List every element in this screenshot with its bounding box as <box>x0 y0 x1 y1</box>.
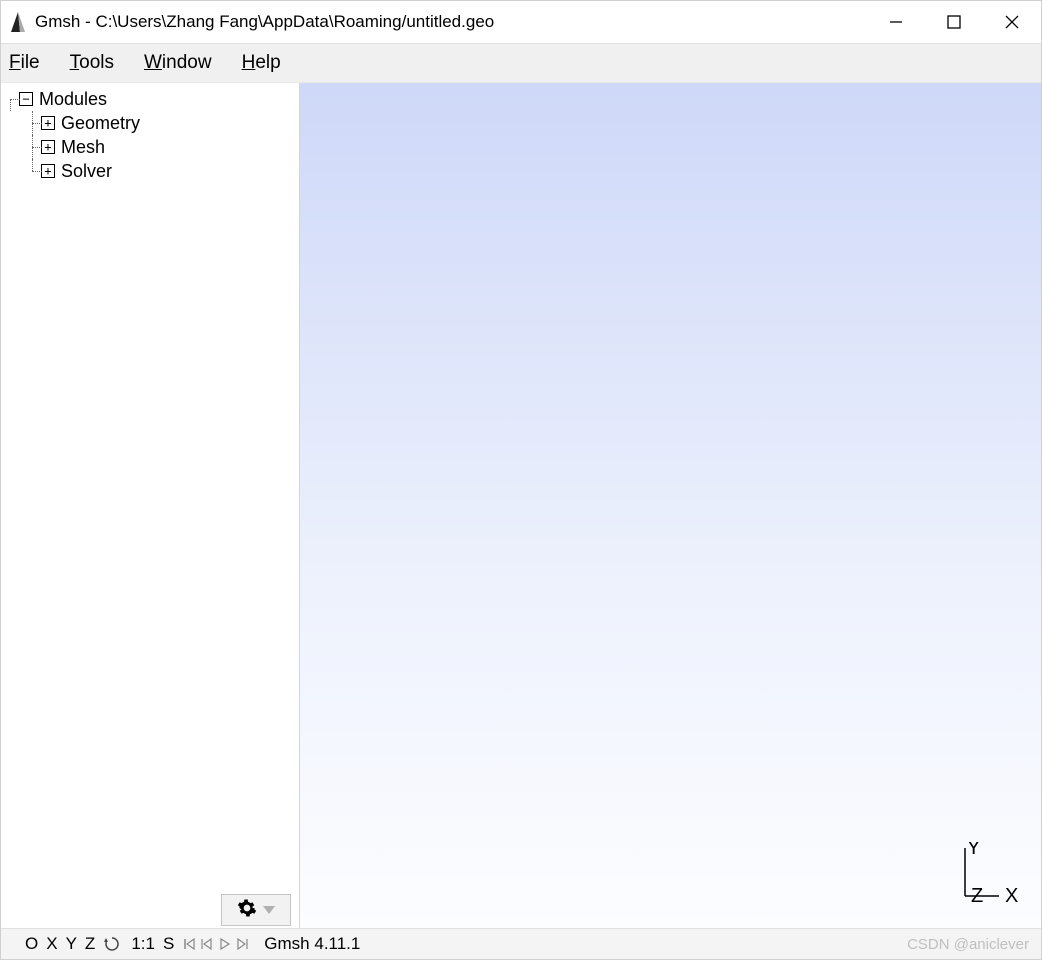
tree-root-modules[interactable]: − Modules <box>1 87 299 111</box>
gear-icon <box>237 898 257 923</box>
tree-item-mesh[interactable]: + Mesh <box>1 135 299 159</box>
graphics-viewport[interactable]: Y X Z <box>300 83 1041 928</box>
menu-tools[interactable]: Tools <box>70 52 114 74</box>
tree-item-label: Solver <box>61 161 112 182</box>
step-back-icon[interactable] <box>200 937 214 951</box>
rotate-icon[interactable] <box>103 935 121 953</box>
module-tree-sidebar: − Modules + Geometry + Mesh + Solver <box>1 83 300 928</box>
tree-item-geometry[interactable]: + Geometry <box>1 111 299 135</box>
rewind-icon[interactable] <box>182 937 196 951</box>
status-btn-y[interactable]: Y <box>66 934 77 954</box>
menu-file[interactable]: File <box>9 52 40 74</box>
menu-help[interactable]: Help <box>242 52 281 74</box>
status-btn-ratio[interactable]: 1:1 <box>131 934 155 954</box>
statusbar: O X Y Z 1:1 S Gmsh 4.11.1 CSDN @anicleve… <box>1 928 1041 959</box>
collapse-icon[interactable]: − <box>19 92 33 106</box>
app-logo-icon <box>9 11 27 33</box>
expand-icon[interactable]: + <box>41 140 55 154</box>
expand-icon[interactable]: + <box>41 164 55 178</box>
status-btn-s[interactable]: S <box>163 934 174 954</box>
tree-branch-icon <box>23 159 41 183</box>
maximize-button[interactable] <box>925 1 983 43</box>
menu-tools-rest: ools <box>79 52 114 73</box>
window-title: Gmsh - C:\Users\Zhang Fang\AppData\Roami… <box>35 12 494 32</box>
status-version: Gmsh 4.11.1 <box>264 934 360 954</box>
dropdown-triangle-icon <box>263 906 275 914</box>
watermark: CSDN @aniclever <box>907 936 1029 953</box>
close-button[interactable] <box>983 1 1041 43</box>
status-btn-o[interactable]: O <box>25 934 38 954</box>
titlebar: Gmsh - C:\Users\Zhang Fang\AppData\Roami… <box>1 1 1041 43</box>
axis-triad: Y X Z <box>943 842 1023 912</box>
axis-y-label: Y <box>967 842 980 859</box>
status-btn-z[interactable]: Z <box>85 934 95 954</box>
axis-x-label: X <box>1005 885 1018 907</box>
menu-file-rest: ile <box>21 52 40 73</box>
tree-item-solver[interactable]: + Solver <box>1 159 299 183</box>
status-btn-x[interactable]: X <box>46 934 57 954</box>
minimize-button[interactable] <box>867 1 925 43</box>
axis-z-label: Z <box>971 885 983 907</box>
tree-item-label: Geometry <box>61 113 140 134</box>
tree-branch-icon <box>23 111 41 135</box>
menu-window-rest: indow <box>162 52 212 73</box>
expand-icon[interactable]: + <box>41 116 55 130</box>
play-icon[interactable] <box>218 937 232 951</box>
menubar: File Tools Window Help <box>1 43 1041 83</box>
tree-root-label: Modules <box>39 89 107 110</box>
options-gear-button[interactable] <box>221 894 291 926</box>
step-forward-icon[interactable] <box>236 937 250 951</box>
menu-help-rest: elp <box>255 52 280 73</box>
tree-item-label: Mesh <box>61 137 105 158</box>
tree-branch-icon <box>1 87 19 111</box>
tree-branch-icon <box>23 135 41 159</box>
menu-window[interactable]: Window <box>144 52 212 74</box>
